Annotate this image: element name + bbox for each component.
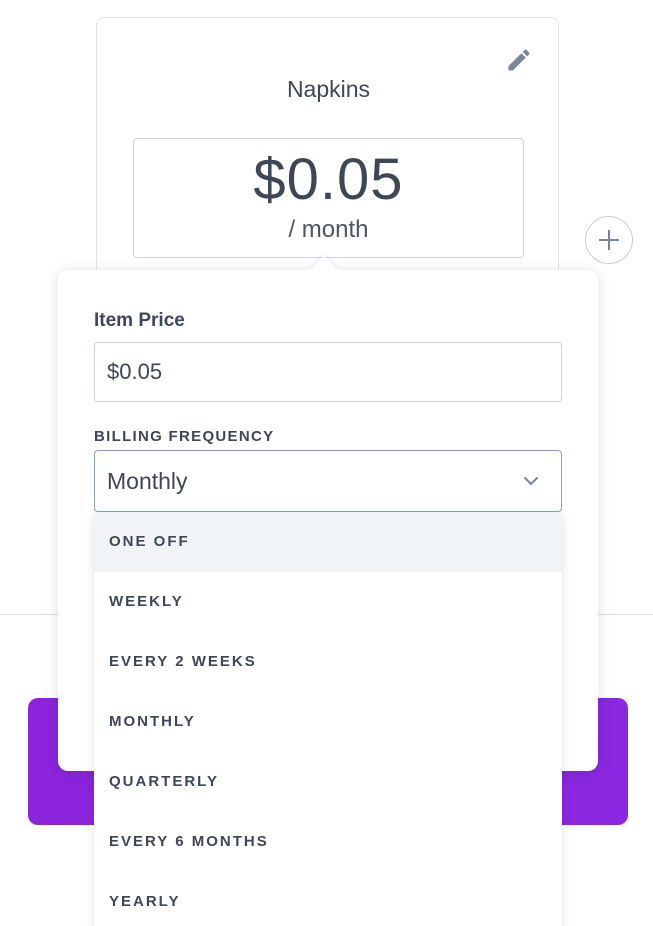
option-weekly[interactable]: WEEKLY (94, 572, 562, 632)
pencil-icon[interactable] (505, 46, 533, 74)
plus-icon (599, 230, 619, 250)
product-name: Napkins (286, 76, 371, 102)
billing-frequency-options: ONE OFF WEEKLY EVERY 2 WEEKS MONTHLY QUA… (94, 512, 562, 926)
chevron-down-icon (524, 477, 538, 485)
stage: Napkins $0.05 / month Item Price BILLING… (0, 0, 653, 926)
option-every-2-weeks[interactable]: EVERY 2 WEEKS (94, 632, 562, 692)
option-one-off[interactable]: ONE OFF (94, 512, 562, 572)
add-item-button[interactable] (585, 216, 633, 264)
option-quarterly[interactable]: QUARTERLY (94, 752, 562, 812)
price-amount: $0.05 (253, 147, 404, 212)
price-period: / month (288, 216, 369, 243)
billing-frequency-value: Monthly (107, 468, 188, 494)
price-display[interactable]: $0.05 / month (133, 138, 524, 258)
option-monthly[interactable]: MONTHLY (94, 692, 562, 752)
billing-frequency-label: BILLING FREQUENCY (94, 428, 275, 445)
option-yearly[interactable]: YEARLY (94, 872, 562, 926)
item-price-label: Item Price (94, 310, 185, 331)
billing-frequency-select[interactable]: Monthly (94, 450, 562, 512)
item-price-input[interactable] (94, 342, 562, 402)
option-every-6-months[interactable]: EVERY 6 MONTHS (94, 812, 562, 872)
